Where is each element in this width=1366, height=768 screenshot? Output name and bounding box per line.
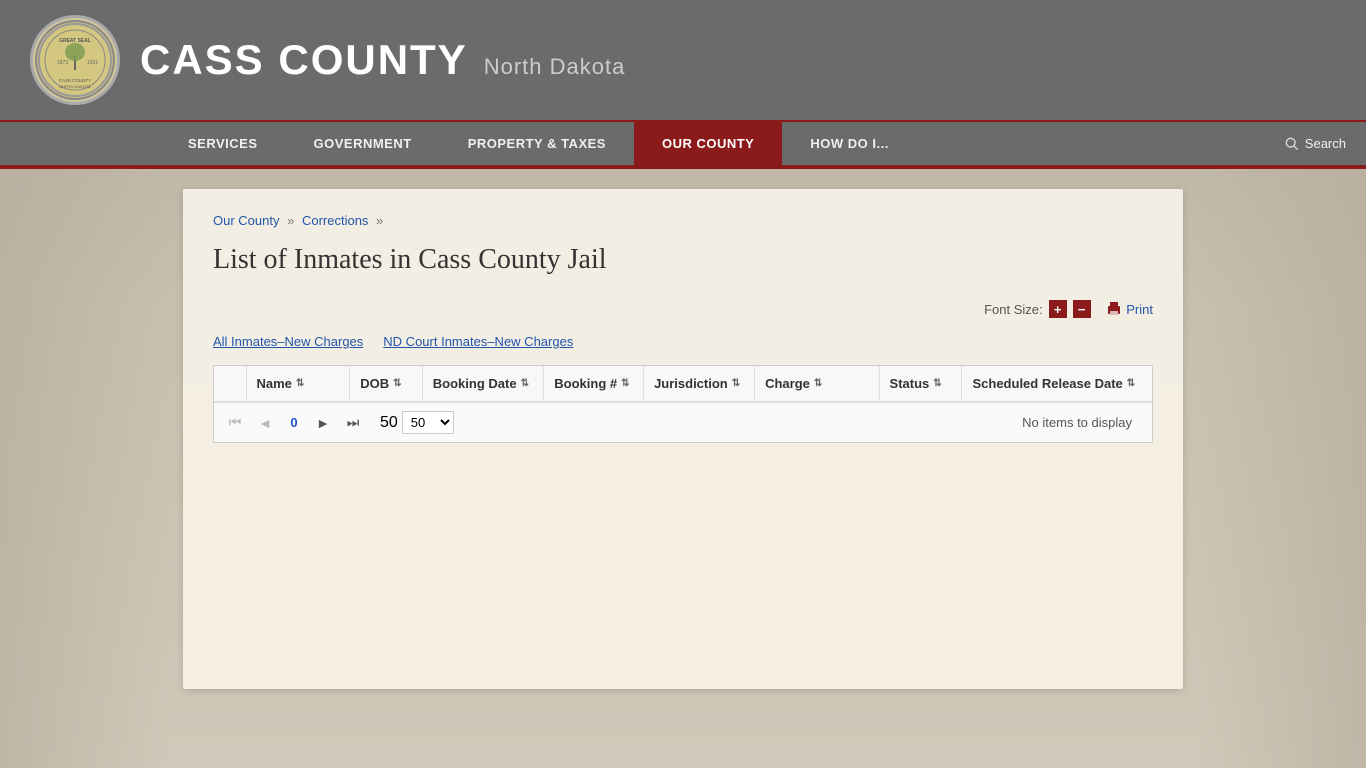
search-icon (1285, 137, 1299, 151)
main-wrapper: Our County » Corrections » List of Inmat… (0, 169, 1366, 729)
sort-name-icon: ⇅ (296, 378, 304, 389)
sort-jurisdiction-icon: ⇅ (732, 378, 740, 389)
breadcrumb: Our County » Corrections » (213, 213, 1153, 228)
breadcrumb-separator-2: » (376, 213, 383, 228)
col-status[interactable]: Status ⇅ (879, 366, 962, 402)
font-size-label: Font Size: (984, 302, 1043, 317)
per-page-select[interactable]: 25 50 100 (402, 411, 454, 434)
font-decrease-button[interactable]: − (1073, 300, 1091, 318)
tab-nd-court-inmates[interactable]: ND Court Inmates–New Charges (383, 334, 573, 349)
print-icon (1106, 301, 1122, 317)
svg-text:1873: 1873 (57, 60, 68, 66)
inmate-tabs: All Inmates–New Charges ND Court Inmates… (213, 334, 1153, 349)
no-items-message: No items to display (1012, 415, 1142, 430)
nav-services[interactable]: SERVICES (160, 122, 286, 165)
sort-charge-icon: ⇅ (814, 378, 822, 389)
current-page: 0 (284, 415, 304, 430)
col-jurisdiction[interactable]: Jurisdiction ⇅ (644, 366, 755, 402)
col-name[interactable]: Name ⇅ (246, 366, 350, 402)
next-page-button[interactable]: ► (312, 412, 334, 434)
font-controls: Font Size: + − Print (213, 300, 1153, 318)
tab-all-inmates[interactable]: All Inmates–New Charges (213, 334, 363, 349)
table-header-row: Name ⇅ DOB ⇅ Booking Dat (214, 366, 1152, 402)
col-booking-num[interactable]: Booking # ⇅ (544, 366, 644, 402)
per-page-control: 50 25 50 100 (380, 411, 454, 434)
site-header: GREAT SEAL CASS COUNTY NORTH DAKOTA 1873… (0, 0, 1366, 120)
per-page-value: 50 (380, 414, 398, 432)
nav-our-county[interactable]: OUR COUNTY (634, 122, 782, 165)
sort-dob-icon: ⇅ (393, 378, 401, 389)
svg-text:1931: 1931 (87, 60, 98, 66)
page-title: List of Inmates in Cass County Jail (213, 244, 1153, 276)
county-seal: GREAT SEAL CASS COUNTY NORTH DAKOTA 1873… (30, 15, 120, 105)
print-label: Print (1126, 302, 1153, 317)
content-card: Our County » Corrections » List of Inmat… (183, 189, 1183, 689)
first-page-button[interactable]: ⏮ (224, 412, 246, 434)
col-release-date[interactable]: Scheduled Release Date ⇅ (962, 366, 1152, 402)
font-increase-button[interactable]: + (1049, 300, 1067, 318)
print-button[interactable]: Print (1106, 301, 1153, 317)
svg-text:CASS COUNTY: CASS COUNTY (59, 78, 92, 83)
prev-page-button[interactable]: ◄ (254, 412, 276, 434)
sort-booking-date-icon: ⇅ (521, 378, 529, 389)
col-charge[interactable]: Charge ⇅ (755, 366, 879, 402)
col-booking-date[interactable]: Booking Date ⇅ (422, 366, 544, 402)
col-num (214, 366, 246, 402)
inmates-table: Name ⇅ DOB ⇅ Booking Dat (214, 366, 1152, 402)
search-label: Search (1305, 136, 1346, 151)
breadcrumb-separator-1: » (287, 213, 298, 228)
red-accent-bar (0, 165, 1366, 169)
col-dob[interactable]: DOB ⇅ (350, 366, 423, 402)
header-title: CASS COUNTY North Dakota (140, 36, 625, 84)
sort-booking-num-icon: ⇅ (621, 378, 629, 389)
pagination-row: ⏮ ◄ 0 ► ⏭ 50 25 50 100 No items to displ… (214, 402, 1152, 442)
sort-release-icon: ⇅ (1127, 378, 1135, 389)
svg-text:NORTH DAKOTA: NORTH DAKOTA (59, 84, 91, 89)
nav-property-taxes[interactable]: PROPERTY & TAXES (440, 122, 634, 165)
breadcrumb-our-county[interactable]: Our County (213, 213, 279, 228)
state-name: North Dakota (484, 54, 626, 80)
breadcrumb-corrections[interactable]: Corrections (302, 213, 368, 228)
inmates-table-container: Name ⇅ DOB ⇅ Booking Dat (213, 365, 1153, 443)
nav-search[interactable]: Search (1265, 122, 1366, 165)
county-name: CASS COUNTY (140, 36, 468, 84)
last-page-button[interactable]: ⏭ (342, 412, 364, 434)
nav-government[interactable]: GOVERNMENT (286, 122, 440, 165)
seal-svg: GREAT SEAL CASS COUNTY NORTH DAKOTA 1873… (37, 22, 113, 98)
sort-status-icon: ⇅ (933, 378, 941, 389)
main-nav: SERVICES GOVERNMENT PROPERTY & TAXES OUR… (0, 120, 1366, 165)
nav-how-do-i[interactable]: HOW DO I... (782, 122, 916, 165)
